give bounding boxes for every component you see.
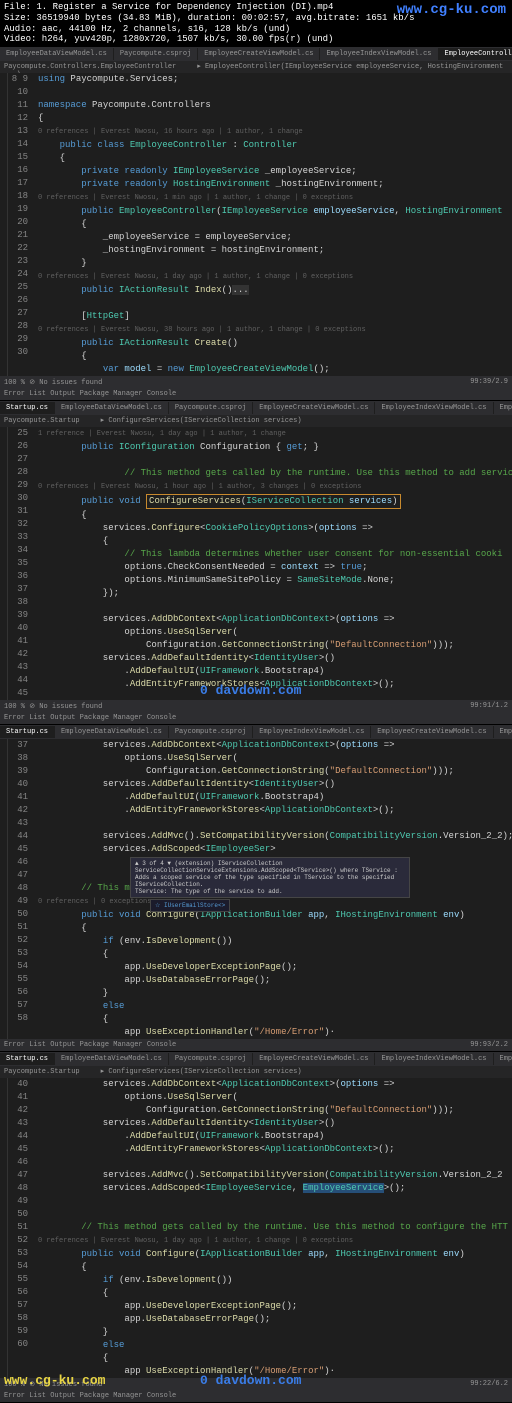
- line-gutter: 25 26 27 28 29 30 31 32 33 34 35 36 37 3…: [8, 427, 34, 700]
- comment: // This method gets called by the runtim…: [81, 468, 512, 478]
- tab[interactable]: EmployeeDataViewModel.cs: [55, 726, 169, 738]
- status-time: 99:91/1.2: [470, 702, 508, 710]
- code-area[interactable]: using Paycompute.Services; namespace Pay…: [34, 73, 512, 376]
- tooltip-signature: ▲ 3 of 4 ▼ (extension) IServiceCollectio…: [135, 860, 405, 874]
- tab[interactable]: EmployeeDataViewModel.cs: [55, 1053, 169, 1065]
- signature-help-tooltip: ▲ 3 of 4 ▼ (extension) IServiceCollectio…: [130, 857, 410, 898]
- tab[interactable]: Paycompute.csproj: [169, 726, 253, 738]
- code-editor-2[interactable]: 25 26 27 28 29 30 31 32 33 34 35 36 37 3…: [0, 427, 512, 700]
- codelens[interactable]: 0 references | Everest Nwosu, 1 hour ago…: [38, 483, 361, 491]
- tab[interactable]: EmployeeDataViewModel.cs: [0, 48, 114, 60]
- breadcrumb-left[interactable]: Paycompute.Startup: [4, 417, 80, 425]
- watermark-cgku: www.cg-ku.com: [4, 1373, 105, 1388]
- line-gutter: 8 9 10 11 12 13 14 15 16 17 18 19 20 21 …: [8, 73, 34, 376]
- watermark-davdown: 0 davdown.com: [200, 683, 301, 698]
- output-bar-4: Error List Output Package Manager Consol…: [0, 1390, 512, 1402]
- tooltip-param: TService: The type of the service to add…: [135, 888, 405, 895]
- selected-text: EmployeeService: [303, 1183, 384, 1193]
- status-issues[interactable]: 100 % ⊘ No issues found: [4, 702, 102, 711]
- intellisense-item[interactable]: ☆ IUserEmailStore<>: [155, 902, 225, 909]
- status-time: 99:39/2.9: [470, 378, 508, 386]
- tab[interactable]: EmployeeController.cs: [494, 1053, 512, 1065]
- tab[interactable]: EmployeeIndexViewModel.cs: [375, 1053, 493, 1065]
- tab[interactable]: EmployeeIndexViewModel.cs: [375, 402, 493, 414]
- margin: [0, 427, 8, 700]
- status-bar-3: Error List Output Package Manager Consol…: [0, 1039, 512, 1051]
- codelens[interactable]: 0 references | Everest Nwosu, 1 day ago …: [38, 273, 353, 281]
- margin: [0, 73, 8, 376]
- margin: [0, 739, 8, 1039]
- tab[interactable]: Paycompute.csproj: [169, 1053, 253, 1065]
- codelens[interactable]: 0 references | Everest Nwosu, 16 hours a…: [38, 128, 303, 136]
- status-time: 99:22/6.2: [470, 1380, 508, 1388]
- tab[interactable]: Paycompute.csproj: [169, 402, 253, 414]
- line-gutter: 37 38 39 40 41 42 43 44 45 46 47 48 49 5…: [8, 739, 34, 1039]
- highlighted-method: ConfigureServices(IServiceCollection ser…: [146, 494, 400, 509]
- tab[interactable]: EmployeeCreateViewModel.cs: [198, 48, 320, 60]
- tab[interactable]: EmployeeCreateViewModel.cs: [371, 726, 493, 738]
- codelens[interactable]: 0 references | Everest Nwosu, 1 day ago …: [38, 1237, 353, 1245]
- pane-4: Startup.cs EmployeeDataViewModel.cs Payc…: [0, 1052, 512, 1403]
- tab[interactable]: EmployeeDataViewModel.cs: [55, 402, 169, 414]
- tab-active[interactable]: Startup.cs: [0, 726, 55, 738]
- intellisense-popup[interactable]: ☆ IUserEmailStore<>: [150, 899, 230, 912]
- watermark-davdown-2: 0 davdown.com: [200, 1373, 301, 1388]
- tooltip-desc: Adds a scoped service of the type specif…: [135, 874, 405, 888]
- pane-2: Startup.cs EmployeeDataViewModel.cs Payc…: [0, 401, 512, 725]
- tab-active[interactable]: Startup.cs: [0, 1053, 55, 1065]
- breadcrumb-left[interactable]: Paycompute.Controllers.EmployeeControlle…: [4, 63, 176, 71]
- output-tabs[interactable]: Error List Output Package Manager Consol…: [4, 714, 176, 722]
- header-url: www.cg-ku.com: [397, 2, 506, 19]
- pane-3: Startup.cs EmployeeDataViewModel.cs Payc…: [0, 725, 512, 1052]
- video-line: Video: h264, yuv420p, 1280x720, 1507 kb/…: [4, 34, 508, 45]
- status-time: 99:93/2.2: [470, 1041, 508, 1049]
- margin: [0, 1078, 8, 1378]
- output-tabs[interactable]: Error List Output Package Manager Consol…: [4, 390, 176, 398]
- tab[interactable]: EmployeeCreateViewModel.cs: [253, 402, 375, 414]
- audio-line: Audio: aac, 44100 Hz, 2 channels, s16, 1…: [4, 24, 508, 35]
- breadcrumb-left[interactable]: Paycompute.Startup: [4, 1068, 80, 1076]
- code-editor-3[interactable]: 37 38 39 40 41 42 43 44 45 46 47 48 49 5…: [0, 739, 512, 1039]
- output-tabs[interactable]: Error List Output Package Manager Consol…: [4, 1392, 176, 1400]
- tab[interactable]: EmployeeCreateViewModel.cs: [253, 1053, 375, 1065]
- tab[interactable]: Paycompute.csproj: [114, 48, 198, 60]
- tab[interactable]: EmployeeIndexViewModel.cs: [320, 48, 438, 60]
- breadcrumb-4: Paycompute.Startup ▸ ConfigureServices(I…: [0, 1066, 512, 1078]
- tab[interactable]: EmployeeIndexViewModel.cs: [253, 726, 371, 738]
- tab-bar-1: EmployeeDataViewModel.cs Paycompute.cspr…: [0, 47, 512, 61]
- code-area[interactable]: services.AddDbContext<ApplicationDbConte…: [34, 1078, 512, 1378]
- status-bar-2: 100 % ⊘ No issues found 99:91/1.2: [0, 700, 512, 712]
- status-issues[interactable]: 100 % ⊘ No issues found: [4, 378, 102, 387]
- code-editor-4[interactable]: 40 41 42 43 44 45 46 47 48 49 50 51 52 5…: [0, 1078, 512, 1378]
- code-editor-1[interactable]: 8 9 10 11 12 13 14 15 16 17 18 19 20 21 …: [0, 73, 512, 376]
- tab-bar-3: Startup.cs EmployeeDataViewModel.cs Payc…: [0, 725, 512, 739]
- codelens[interactable]: 1 reference | Everest Nwosu, 1 day ago |…: [38, 430, 286, 438]
- status-bar-1: 100 % ⊘ No issues found 99:39/2.9: [0, 376, 512, 388]
- output-bar-1: Error List Output Package Manager Consol…: [0, 388, 512, 400]
- breadcrumb-right[interactable]: ConfigureServices(IServiceCollection ser…: [108, 1068, 301, 1076]
- codelens[interactable]: 0 references | 0 exceptions: [38, 898, 151, 906]
- tab-active[interactable]: Startup.cs: [0, 402, 55, 414]
- breadcrumb-right[interactable]: ConfigureServices(IServiceCollection ser…: [108, 417, 301, 425]
- codelens[interactable]: 0 references | Everest Nwosu, 38 hours a…: [38, 326, 366, 334]
- tab-active[interactable]: EmployeeController.cs: [439, 48, 512, 60]
- line-gutter: 40 41 42 43 44 45 46 47 48 49 50 51 52 5…: [8, 1078, 34, 1378]
- breadcrumb: Paycompute.Controllers.EmployeeControlle…: [0, 61, 512, 73]
- code-area[interactable]: 1 reference | Everest Nwosu, 1 day ago |…: [34, 427, 512, 700]
- video-info-header: File: 1. Register a Service for Dependen…: [0, 0, 512, 47]
- tab[interactable]: EmployeeCont...: [494, 402, 512, 414]
- codelens[interactable]: 0 references | Everest Nwosu, 1 min ago …: [38, 194, 353, 202]
- tab[interactable]: EmployeeController.cs: [494, 726, 512, 738]
- output-tabs[interactable]: Error List Output Package Manager Consol…: [4, 1041, 176, 1049]
- breadcrumb-2: Paycompute.Startup ▸ ConfigureServices(I…: [0, 415, 512, 427]
- output-bar-2: Error List Output Package Manager Consol…: [0, 712, 512, 724]
- tab-bar-2: Startup.cs EmployeeDataViewModel.cs Payc…: [0, 401, 512, 415]
- pane-1: EmployeeDataViewModel.cs Paycompute.cspr…: [0, 47, 512, 401]
- tab-bar-4: Startup.cs EmployeeDataViewModel.cs Payc…: [0, 1052, 512, 1066]
